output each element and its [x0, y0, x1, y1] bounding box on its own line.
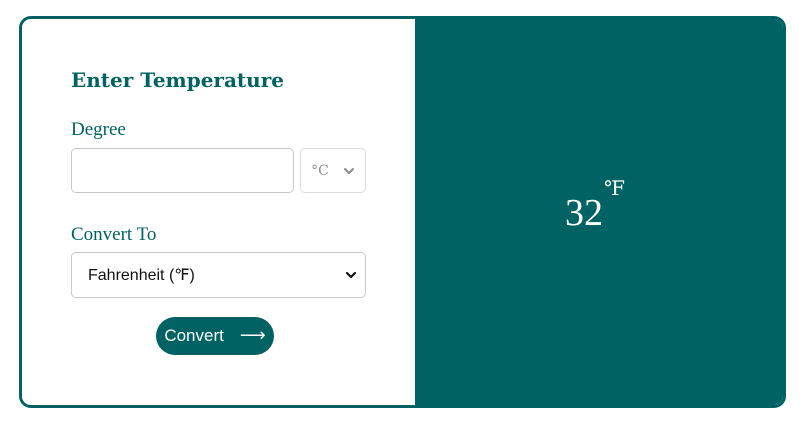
arrow-right-icon: ⟶	[239, 325, 266, 346]
chevron-down-icon	[343, 167, 354, 174]
degree-input[interactable]	[71, 148, 294, 193]
convert-button-label: Convert	[164, 326, 224, 345]
result-value: 32	[565, 192, 603, 234]
degree-label: Degree	[71, 119, 126, 140]
convert-to-select-value: Fahrenheit (℉)	[88, 267, 195, 284]
form-title: Enter Temperature	[71, 68, 284, 92]
unit-select[interactable]: °C	[300, 148, 366, 193]
chevron-down-icon	[345, 271, 357, 279]
converter-card: Enter Temperature Degree °C Convert To F…	[19, 16, 786, 408]
convert-to-select[interactable]: Fahrenheit (℉)	[71, 252, 366, 298]
input-panel: Enter Temperature Degree °C Convert To F…	[22, 19, 415, 405]
result-unit: ℉	[604, 176, 625, 200]
convert-button[interactable]: Convert ⟶	[156, 317, 274, 355]
unit-select-value: °C	[311, 162, 329, 179]
convert-to-label: Convert To	[71, 224, 157, 245]
result-panel: 32 ℉	[415, 19, 783, 405]
